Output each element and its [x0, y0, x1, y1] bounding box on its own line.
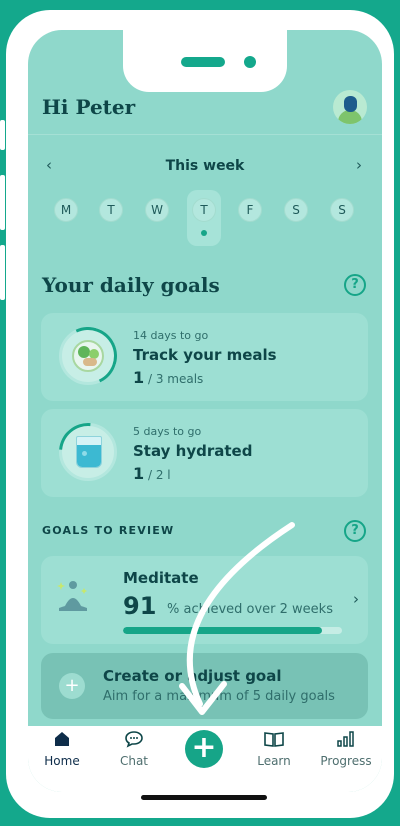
- review-progress-bar: [123, 627, 342, 634]
- review-goal-title: Meditate: [123, 569, 199, 587]
- goal-progress-text: 1 / 3 meals: [133, 368, 203, 387]
- goal-title: Track your meals: [133, 346, 277, 364]
- goal-progress-ring: [47, 411, 129, 493]
- meditation-icon: [57, 581, 87, 611]
- help-icon[interactable]: ?: [344, 274, 366, 296]
- goal-card-hydration[interactable]: 5 days to go Stay hydrated 1 / 2 l: [41, 409, 368, 497]
- daily-goals-title: Your daily goals: [42, 273, 220, 297]
- day-saturday[interactable]: S: [284, 198, 308, 222]
- camera: [244, 56, 256, 68]
- greeting-title: Hi Peter: [42, 95, 136, 119]
- tab-learn[interactable]: Learn: [242, 730, 306, 768]
- phone-side-button: [0, 175, 5, 230]
- goal-current: 1: [133, 464, 145, 483]
- book-icon: [242, 730, 306, 754]
- chat-icon: [102, 730, 166, 754]
- day-wednesday[interactable]: W: [145, 198, 169, 222]
- goal-card-meals[interactable]: 14 days to go Track your meals 1 / 3 mea…: [41, 313, 368, 401]
- goal-target: / 3 meals: [144, 372, 204, 386]
- avatar[interactable]: [333, 90, 367, 124]
- chevron-right-icon[interactable]: ›: [353, 590, 359, 608]
- review-card-meditate[interactable]: Meditate 91 % achieved over 2 weeks ›: [41, 556, 368, 644]
- goal-target: / 2 l: [144, 468, 171, 482]
- tab-chat[interactable]: Chat: [102, 730, 166, 768]
- day-thursday[interactable]: T: [192, 198, 216, 222]
- tab-label: Progress: [320, 754, 372, 768]
- plate-icon: [72, 340, 104, 372]
- tab-label: Home: [44, 754, 80, 768]
- goal-current: 1: [133, 368, 145, 387]
- app-screen: Hi Peter ‹ This week › M T W T F S S You…: [28, 30, 382, 792]
- chart-icon: [314, 730, 378, 754]
- goal-title: Stay hydrated: [133, 442, 253, 460]
- tab-home[interactable]: Home: [30, 730, 94, 768]
- day-friday[interactable]: F: [238, 198, 262, 222]
- phone-side-button: [0, 120, 5, 150]
- create-goal-card[interactable]: + Create or adjust goal Aim for a maximu…: [41, 653, 368, 719]
- tab-label: Chat: [119, 754, 149, 768]
- speaker: [181, 57, 225, 67]
- create-goal-title: Create or adjust goal: [103, 667, 282, 685]
- goal-progress-ring: [50, 318, 126, 394]
- goal-countdown: 14 days to go: [133, 329, 209, 342]
- day-tuesday[interactable]: T: [99, 198, 123, 222]
- help-icon[interactable]: ?: [344, 520, 366, 542]
- goal-progress-text: 1 / 2 l: [133, 464, 171, 483]
- create-goal-subtitle: Aim for a maximum of 5 daily goals: [103, 689, 335, 704]
- week-title: This week: [165, 158, 245, 174]
- goals-to-review-label: GOALS TO REVIEW: [42, 524, 175, 537]
- review-goal-value: 91: [123, 592, 157, 620]
- review-goal-description: % achieved over 2 weeks: [167, 602, 333, 617]
- week-navigation: ‹ This week ›: [28, 156, 382, 176]
- tab-label: Learn: [257, 754, 291, 768]
- home-icon: [30, 730, 94, 754]
- water-glass-icon: [76, 436, 102, 468]
- tab-progress[interactable]: Progress: [314, 730, 378, 768]
- add-button[interactable]: +: [185, 730, 223, 768]
- day-selector: M T W T F S S: [28, 198, 382, 258]
- plus-icon: +: [59, 673, 85, 699]
- header-divider: [28, 134, 382, 135]
- day-sunday[interactable]: S: [330, 198, 354, 222]
- chevron-right-icon[interactable]: ›: [356, 156, 362, 174]
- phone-notch: [123, 30, 287, 92]
- goal-countdown: 5 days to go: [133, 425, 202, 438]
- day-monday[interactable]: M: [54, 198, 78, 222]
- home-indicator: [141, 795, 267, 800]
- phone-side-button: [0, 245, 5, 300]
- today-indicator: [201, 230, 207, 236]
